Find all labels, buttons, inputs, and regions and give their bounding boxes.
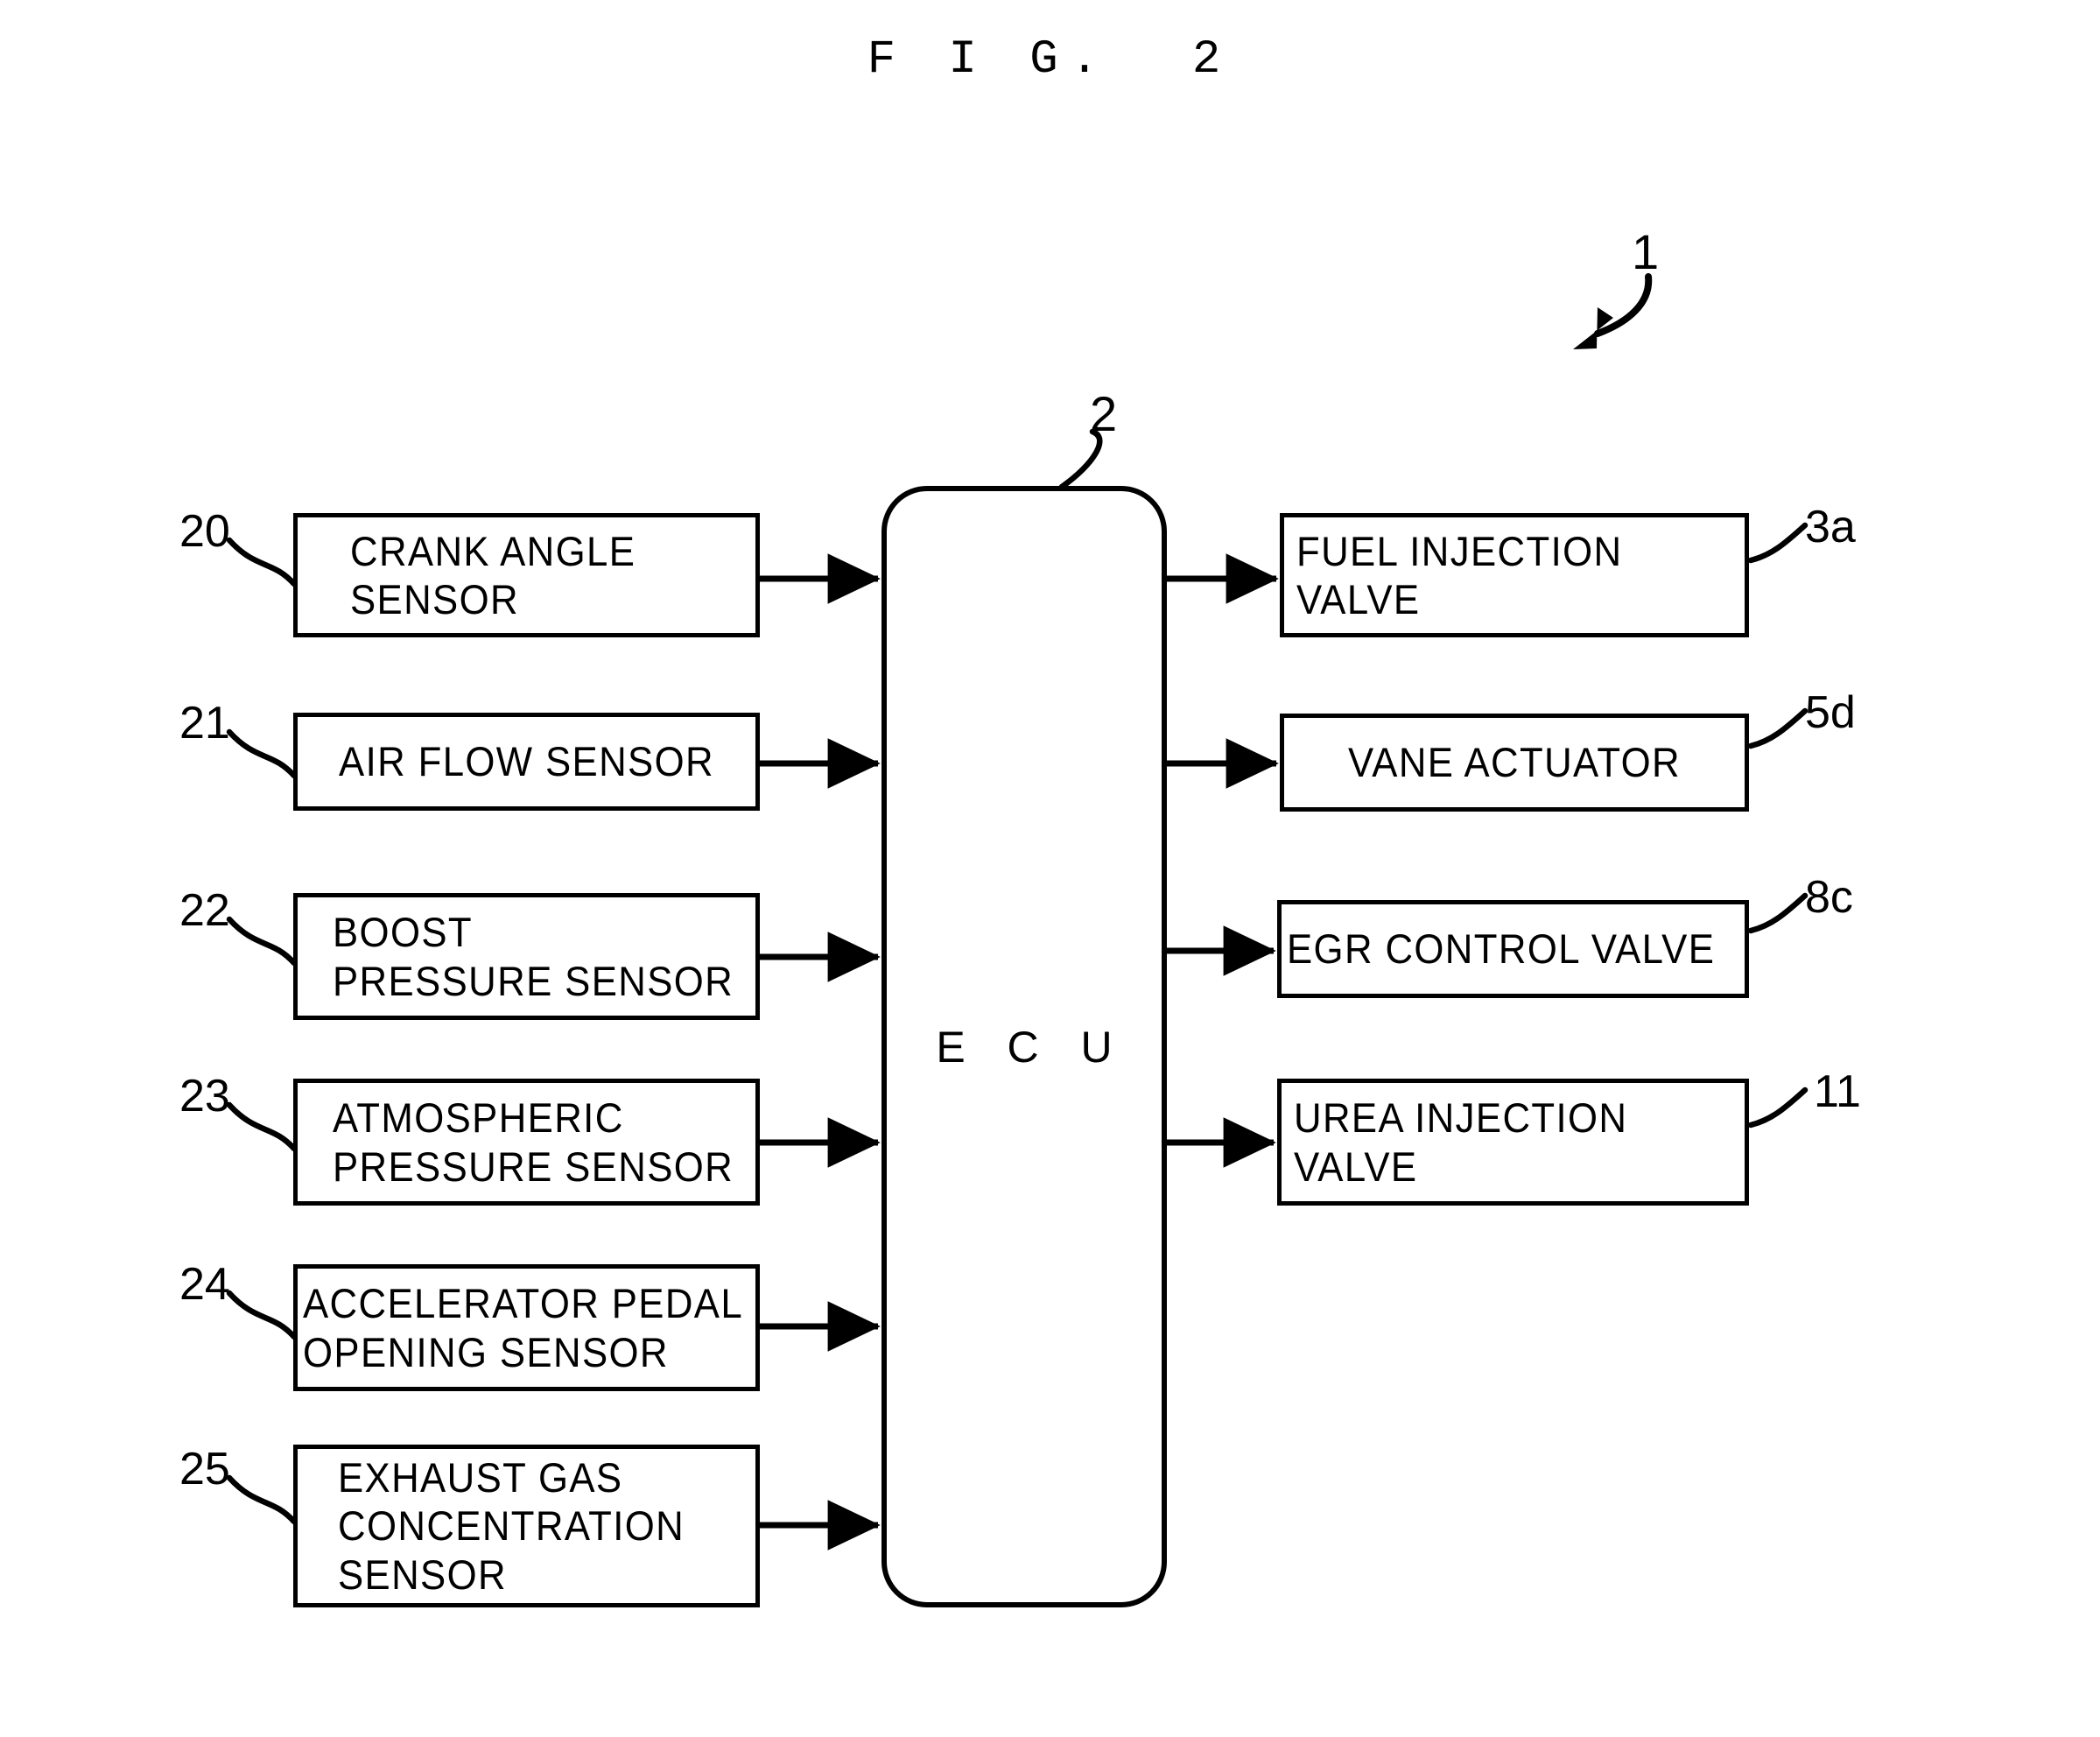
reference-numeral-system: 1 (1632, 224, 1660, 279)
reference-numeral-output-8c: 8c (1805, 872, 1853, 923)
input-box-accelerator-pedal-opening-sensor[interactable]: ACCELERATOR PEDAL OPENING SENSOR (293, 1264, 760, 1391)
input-box-line: PRESSURE SENSOR (333, 1143, 734, 1190)
input-box-line: AIR FLOW SENSOR (339, 738, 714, 785)
reference-numeral-input-22: 22 (179, 885, 230, 936)
reference-numeral-input-25: 25 (179, 1444, 230, 1494)
output-connectors (1164, 553, 1279, 1168)
reference-numeral-output-11: 11 (1814, 1066, 1861, 1117)
input-box-air-flow-sensor[interactable]: AIR FLOW SENSOR (293, 713, 760, 811)
input-box-line: SENSOR (338, 1551, 507, 1598)
input-box-line: EXHAUST GAS (338, 1453, 623, 1501)
ecu-block[interactable]: E C U (881, 486, 1167, 1607)
output-box-egr-control-valve[interactable]: EGR CONTROL VALVE (1277, 900, 1749, 998)
input-box-boost-pressure-sensor[interactable]: BOOST PRESSURE SENSOR (293, 893, 760, 1020)
patent-figure-page: F I G. 2 CRANK ANGLE SENSOR AIR FLOW SEN… (0, 0, 2100, 1737)
output-box-line: VALVE (1296, 576, 1421, 622)
reference-numeral-output-5d: 5d (1805, 687, 1856, 738)
input-box-line: ACCELERATOR PEDAL (303, 1280, 744, 1327)
output-box-line: VALVE (1294, 1143, 1418, 1190)
output-box-urea-injection-valve[interactable]: UREA INJECTION VALVE (1277, 1079, 1749, 1206)
output-box-fuel-injection-valve[interactable]: FUEL INJECTION VALVE (1280, 513, 1749, 637)
ecu-label: E C U (936, 1022, 1127, 1072)
input-connectors (760, 553, 881, 1551)
output-box-line: EGR CONTROL VALVE (1287, 925, 1716, 973)
reference-numeral-input-23: 23 (179, 1071, 230, 1122)
input-box-line: CRANK ANGLE (350, 527, 636, 574)
reference-numeral-output-3a: 3a (1805, 502, 1856, 552)
output-box-line: VANE ACTUATOR (1347, 739, 1682, 786)
reference-numeral-input-21: 21 (179, 698, 230, 749)
input-box-line: SENSOR (350, 576, 519, 622)
input-box-line: ATMOSPHERIC (333, 1094, 624, 1142)
input-box-line: OPENING SENSOR (303, 1328, 669, 1375)
reference-numeral-input-20: 20 (179, 506, 230, 557)
reference-numeral-ecu: 2 (1090, 386, 1118, 441)
input-box-atmospheric-pressure-sensor[interactable]: ATMOSPHERIC PRESSURE SENSOR (293, 1079, 760, 1206)
output-leader-lines (1747, 522, 1809, 1129)
output-box-vane-actuator[interactable]: VANE ACTUATOR (1280, 714, 1749, 812)
input-box-line: BOOST (333, 909, 473, 956)
input-box-crank-angle-sensor[interactable]: CRANK ANGLE SENSOR (293, 513, 760, 637)
input-leader-lines (226, 537, 298, 1525)
reference-numeral-input-24: 24 (179, 1259, 230, 1310)
output-box-line: FUEL INJECTION (1296, 527, 1623, 574)
input-box-exhaust-gas-concentration-sensor[interactable]: EXHAUST GAS CONCENTRATION SENSOR (293, 1445, 760, 1607)
output-box-line: UREA INJECTION (1294, 1094, 1628, 1142)
input-box-line: CONCENTRATION (338, 1502, 685, 1550)
input-box-line: PRESSURE SENSOR (333, 957, 734, 1004)
system-pointer-arrow (1573, 273, 1653, 349)
